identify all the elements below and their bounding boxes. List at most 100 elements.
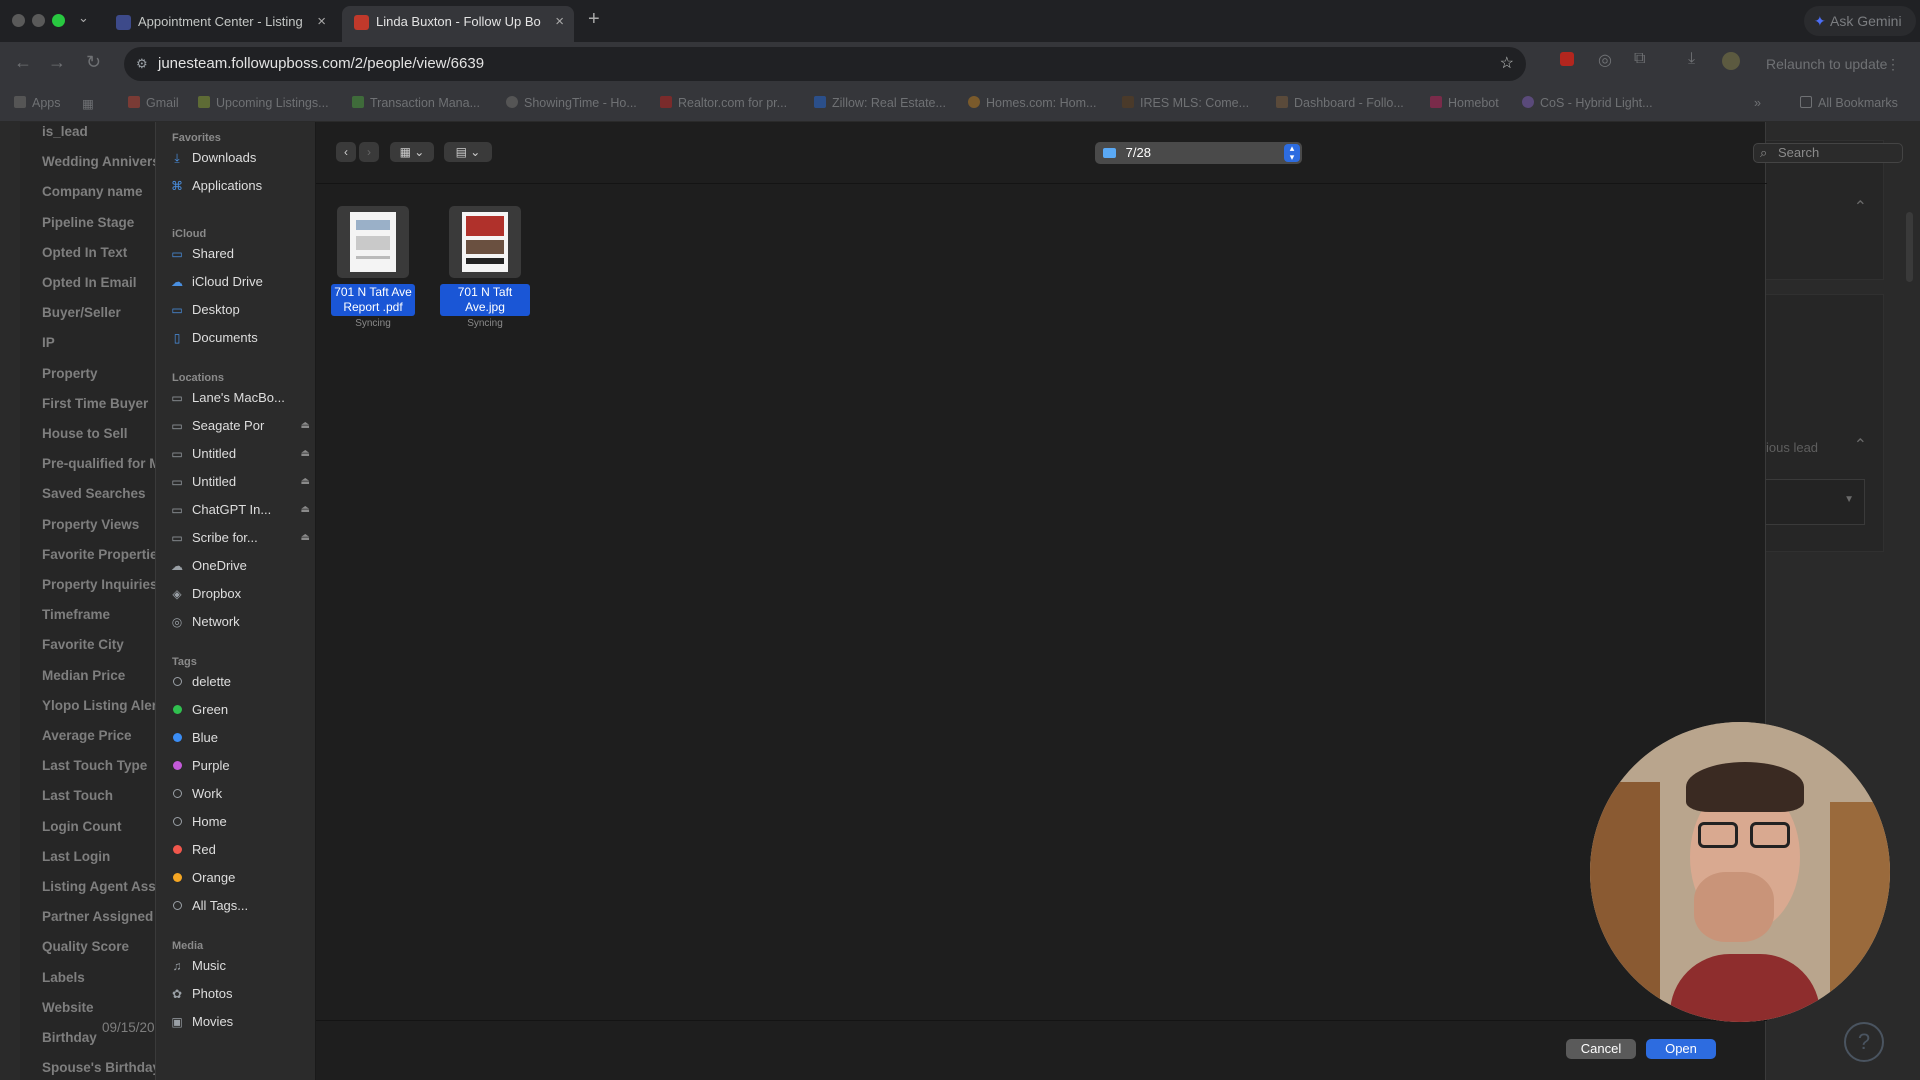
sidebar-item-all-tags[interactable]: All Tags... (170, 894, 310, 918)
back-chevron-icon[interactable]: ‹ (336, 142, 356, 162)
sidebar-item-shared[interactable]: ▭ Shared (170, 242, 310, 266)
sidebar-item-documents[interactable]: ▯ Documents (170, 326, 310, 350)
sidebar-item-orange[interactable]: Orange (170, 866, 310, 890)
bookmark-transaction-manager[interactable]: Transaction Mana... (352, 96, 480, 110)
sidebar-item-purple[interactable]: Purple (170, 754, 310, 778)
folder-icon (1103, 148, 1116, 158)
sidebar-item-untitled[interactable]: ▭ Untitled ⏏ (170, 470, 310, 494)
sidebar-item-chatgpt-in[interactable]: ▭ ChatGPT In... ⏏ (170, 498, 310, 522)
sidebar-item-photos[interactable]: ✿ Photos (170, 982, 310, 1006)
page-scrollbar[interactable] (1906, 212, 1913, 282)
sidebar-item-lane-s-macbo[interactable]: ▭ Lane's MacBo... (170, 386, 310, 410)
menu-kebab-icon[interactable]: ⋮ (1886, 47, 1900, 81)
eject-icon[interactable]: ⏏ (301, 498, 310, 522)
bookmark-gmail[interactable]: Gmail (128, 96, 179, 110)
minimize-window-button[interactable] (32, 14, 45, 27)
eject-icon[interactable]: ⏏ (301, 442, 310, 466)
zoom-window-button[interactable] (52, 14, 65, 27)
profile-field-label: Birthday (42, 1030, 97, 1045)
profile-field-label: Saved Searches (42, 486, 146, 502)
download-icon: ⤓ (174, 151, 180, 165)
search-field[interactable]: ⌕ Search (1753, 143, 1903, 163)
bookmark-grid-icon[interactable]: ▦ (82, 96, 94, 111)
side-dropdown[interactable]: ▼ (1761, 479, 1865, 525)
extensions-puzzle-icon[interactable]: ⧉ (1634, 50, 1645, 68)
tab-appointment-center[interactable]: Appointment Center - Listing × (104, 6, 336, 42)
tab-search-chevron-icon[interactable]: ⌄ (78, 10, 89, 26)
extension-icon[interactable]: ◎ (1598, 50, 1612, 70)
eject-icon[interactable]: ⏏ (301, 470, 310, 494)
sidebar-item-blue[interactable]: Blue (170, 726, 310, 750)
sidebar-item-seagate-por[interactable]: ▭ Seagate Por ⏏ (170, 414, 310, 438)
sidebar-item-green[interactable]: Green (170, 698, 310, 722)
profile-field-label: Website (42, 999, 94, 1015)
profile-field-label: First Time Buyer (42, 395, 149, 411)
more-bookmarks-icon[interactable]: » (1754, 96, 1761, 110)
profile-field-label: Labels (42, 969, 85, 985)
relaunch-button[interactable]: Relaunch to update ⋮ (1756, 47, 1908, 81)
sidebar-item-icloud-drive[interactable]: ☁ iCloud Drive (170, 270, 310, 294)
bookmark-star-icon[interactable]: ☆ (1500, 47, 1514, 81)
profile-avatar[interactable] (1722, 52, 1740, 70)
all-bookmarks[interactable]: All Bookmarks (1800, 96, 1898, 110)
file-item-jpg[interactable]: 701 N Taft Ave.jpg Syncing (440, 206, 530, 329)
profile-field-label: Median Price (42, 667, 126, 683)
bookmark-zillow[interactable]: Zillow: Real Estate... (814, 96, 946, 110)
cancel-button[interactable]: Cancel (1566, 1039, 1636, 1059)
folder-path-selector[interactable]: 7/28 ▴ ▾ (1095, 142, 1302, 164)
profile-field-label: Partner Assigned (42, 909, 154, 925)
site-info-icon[interactable]: ⚙ (136, 47, 148, 81)
path-stepper-icon: ▴ ▾ (1284, 144, 1300, 162)
bookmark-dashboard[interactable]: Dashboard - Follo... (1276, 96, 1404, 110)
address-bar[interactable]: ⚙ junesteam.followupboss.com/2/people/vi… (124, 47, 1526, 81)
bookmark-homebot[interactable]: Homebot (1430, 96, 1499, 110)
bookmark-homes[interactable]: Homes.com: Hom... (968, 96, 1096, 110)
eject-icon[interactable]: ⏏ (301, 414, 310, 438)
sidebar-item-delette[interactable]: delette (170, 670, 310, 694)
person-fields-panel (20, 122, 160, 1080)
new-tab-button[interactable]: + (588, 8, 600, 31)
sidebar-item-untitled[interactable]: ▭ Untitled ⏏ (170, 442, 310, 466)
bookmark-showingtime[interactable]: ShowingTime - Ho... (506, 96, 637, 110)
sidebar-item-red[interactable]: Red (170, 838, 310, 862)
extension-icon[interactable] (1560, 52, 1574, 66)
bookmark-cos-hybrid[interactable]: CoS - Hybrid Light... (1522, 96, 1653, 110)
collapse-icon[interactable]: ⌃ (1854, 435, 1867, 455)
sidebar-item-onedrive[interactable]: ☁ OneDrive (170, 554, 310, 578)
desktop-icon: ▭ (171, 303, 183, 317)
sidebar-item-downloads[interactable]: ⤓ Downloads (170, 146, 310, 170)
eject-icon[interactable]: ⏏ (301, 526, 310, 550)
close-tab-icon[interactable]: × (555, 6, 564, 38)
collapse-icon[interactable]: ⌃ (1854, 197, 1867, 217)
profile-field-label: Timeframe (42, 607, 111, 623)
group-mode-icon[interactable]: ▤ ⌄ (444, 142, 492, 162)
reload-icon[interactable]: ↻ (86, 52, 101, 73)
back-icon[interactable]: ← (14, 52, 32, 73)
bookmark-upcoming-listings[interactable]: Upcoming Listings... (198, 96, 329, 110)
close-window-button[interactable] (12, 14, 25, 27)
help-button[interactable]: ? (1844, 1022, 1884, 1062)
sidebar-item-music[interactable]: ♫ Music (170, 954, 310, 978)
sidebar-item-movies[interactable]: ▣ Movies (170, 1010, 310, 1034)
bookmark-apps[interactable]: Apps (14, 96, 61, 110)
tab-linda-buxton[interactable]: Linda Buxton - Follow Up Bo × (342, 6, 574, 42)
sidebar-item-label: Movies (192, 1014, 234, 1029)
sidebar-item-dropbox[interactable]: ◈ Dropbox (170, 582, 310, 606)
cloud-icon: ☁ (171, 275, 183, 289)
sidebar-item-desktop[interactable]: ▭ Desktop (170, 298, 310, 322)
sidebar-item-scribe-for[interactable]: ▭ Scribe for... ⏏ (170, 526, 310, 550)
ask-gemini-button[interactable]: ✦ Ask Gemini (1804, 6, 1916, 36)
sidebar-item-applications[interactable]: ⌘ Applications (170, 174, 310, 198)
open-button[interactable]: Open (1646, 1039, 1716, 1059)
close-tab-icon[interactable]: × (317, 6, 326, 38)
bookmark-ires-mls[interactable]: IRES MLS: Come... (1122, 96, 1249, 110)
forward-chevron-icon[interactable]: › (359, 142, 379, 162)
view-mode-icon[interactable]: ▦ ⌄ (390, 142, 434, 162)
file-item-pdf[interactable]: 701 N Taft Ave Report .pdf Syncing (328, 206, 418, 329)
sidebar-item-network[interactable]: ◎ Network (170, 610, 310, 634)
download-icon[interactable]: ⤓ (1688, 50, 1695, 68)
sidebar-item-home[interactable]: Home (170, 810, 310, 834)
sidebar-item-work[interactable]: Work (170, 782, 310, 806)
forward-icon[interactable]: → (48, 52, 66, 73)
bookmark-realtor[interactable]: Realtor.com for pr... (660, 96, 787, 110)
